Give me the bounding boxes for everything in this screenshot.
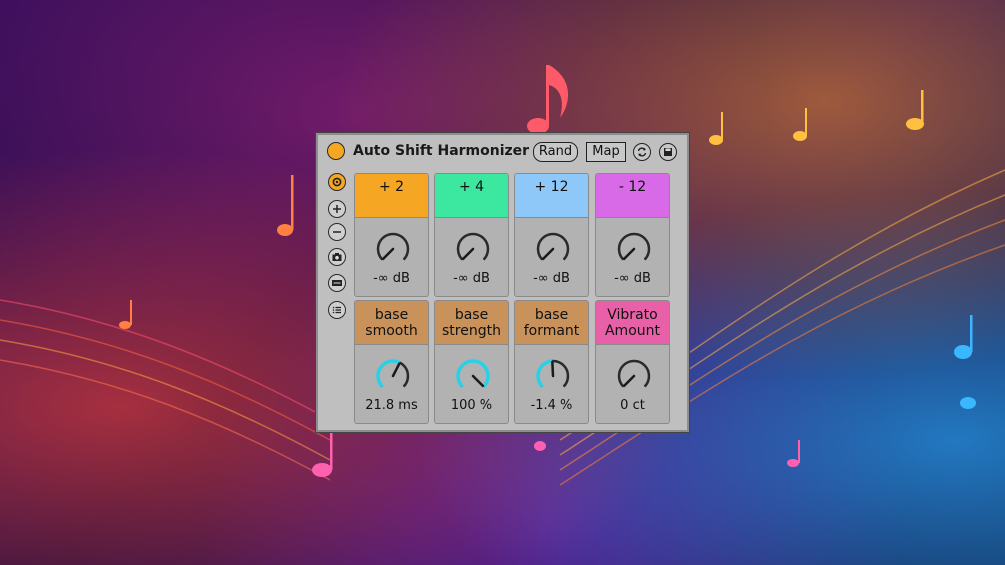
knob-needle	[551, 360, 555, 378]
camera-icon[interactable]	[328, 248, 346, 266]
voice-label: - 12	[596, 174, 669, 218]
knob-track	[617, 359, 651, 388]
keyboard-icon[interactable]	[328, 274, 346, 292]
param-value: 100 %	[450, 398, 493, 413]
gain-knob[interactable]	[533, 229, 573, 269]
voice-cell-2: + 4 -∞ dB	[434, 173, 509, 297]
map-button[interactable]: Map	[586, 142, 626, 162]
param-label: Vibrato Amount	[596, 301, 669, 345]
vibrato-amount-knob[interactable]	[614, 356, 654, 396]
device-title: Auto Shift Harmonizer	[353, 143, 530, 159]
gain-value: -∞ dB	[533, 271, 570, 286]
voice-cell-4: - 12 -∞ dB	[595, 173, 670, 297]
voice-cell-1: + 2 -∞ dB	[354, 173, 429, 297]
rand-button[interactable]: Rand	[533, 142, 578, 162]
voice-label: + 12	[515, 174, 588, 218]
knob-needle	[461, 247, 475, 261]
param-cell-base-formant: base formant -1.4 %	[514, 300, 589, 424]
save-icon[interactable]	[659, 143, 677, 161]
knob-needle	[622, 374, 636, 388]
gain-value: -∞ dB	[453, 271, 490, 286]
base-formant-knob[interactable]	[533, 356, 573, 396]
voice-cell-3: + 12 -∞ dB	[514, 173, 589, 297]
plus-icon[interactable]	[328, 200, 346, 218]
voice-label: + 4	[435, 174, 508, 218]
knob-track	[617, 232, 651, 261]
knob-value-arc	[536, 359, 553, 388]
param-label: base strength	[435, 301, 508, 345]
param-value: 0 ct	[620, 398, 645, 413]
base-smooth-knob[interactable]	[373, 356, 413, 396]
knob-needle	[622, 247, 636, 261]
gain-value: -∞ dB	[373, 271, 410, 286]
param-label: base smooth	[355, 301, 428, 345]
param-value: 21.8 ms	[365, 398, 418, 413]
auto-shift-harmonizer-device: Auto Shift Harmonizer Rand Map + 2 -∞ dB…	[316, 133, 689, 432]
voice-label: + 2	[355, 174, 428, 218]
knob-track	[376, 232, 410, 261]
gain-value: -∞ dB	[614, 271, 651, 286]
link-icon[interactable]	[328, 173, 346, 191]
knob-needle	[471, 374, 485, 388]
gain-knob[interactable]	[453, 229, 493, 269]
device-titlebar: Auto Shift Harmonizer Rand Map	[318, 135, 687, 169]
param-cell-base-smooth: base smooth 21.8 ms	[354, 300, 429, 424]
knob-value-arc	[376, 359, 401, 388]
gain-knob[interactable]	[373, 229, 413, 269]
knob-value-arc	[456, 359, 490, 388]
sync-icon[interactable]	[633, 143, 651, 161]
knob-needle	[541, 247, 555, 261]
base-strength-knob[interactable]	[453, 356, 493, 396]
power-icon[interactable]	[327, 142, 345, 160]
param-value: -1.4 %	[530, 398, 573, 413]
param-cell-vibrato-amount: Vibrato Amount 0 ct	[595, 300, 670, 424]
param-label: base formant	[515, 301, 588, 345]
minus-icon[interactable]	[328, 223, 346, 241]
gain-knob[interactable]	[614, 229, 654, 269]
param-cell-base-strength: base strength 100 %	[434, 300, 509, 424]
knob-track	[536, 232, 570, 261]
knob-track	[456, 232, 490, 261]
list-icon[interactable]	[328, 301, 346, 319]
knob-needle	[391, 362, 401, 378]
knob-needle	[381, 247, 395, 261]
